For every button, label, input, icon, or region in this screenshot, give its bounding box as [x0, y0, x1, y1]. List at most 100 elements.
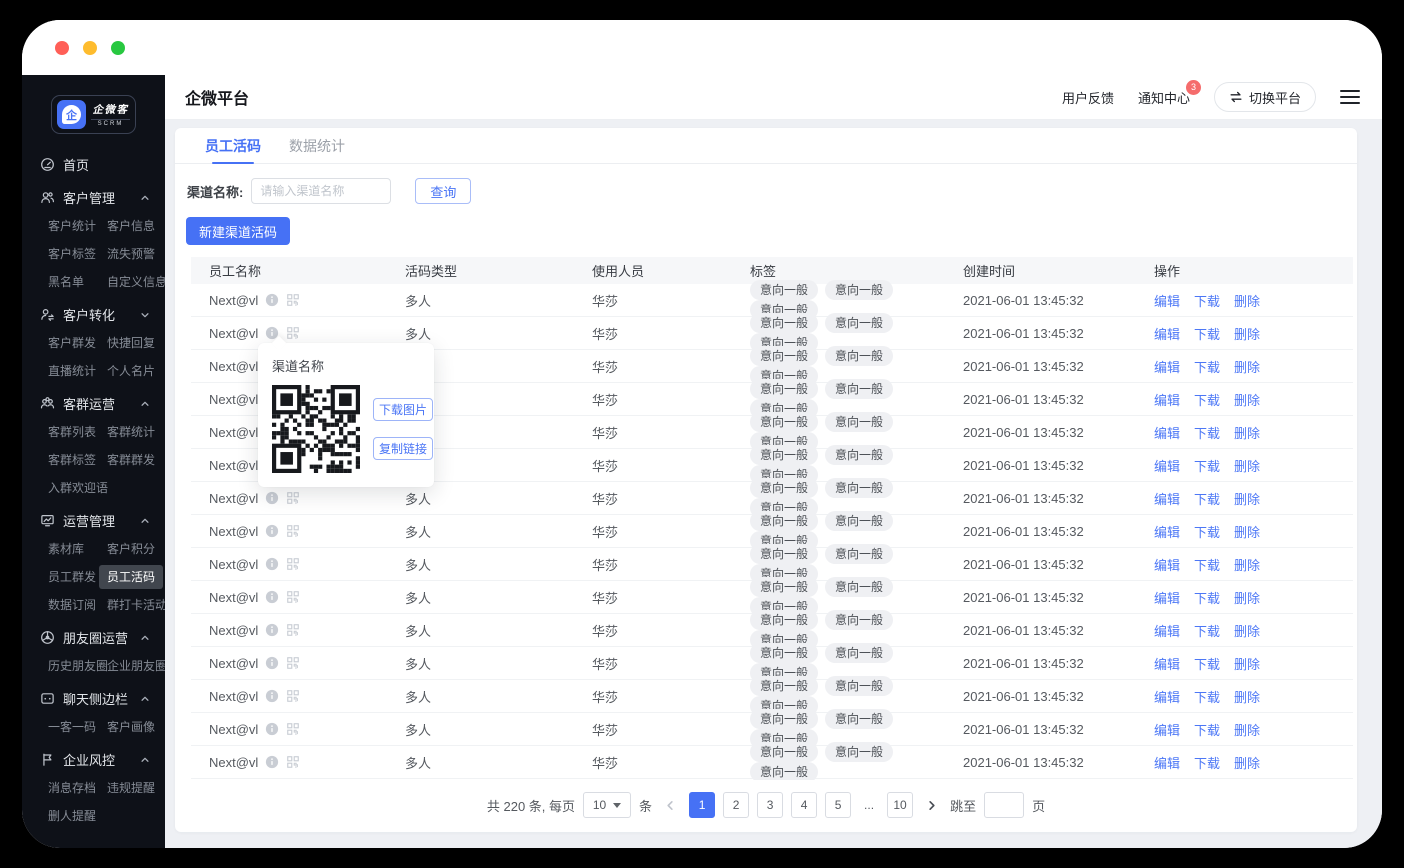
qr-code-icon[interactable]	[286, 326, 300, 340]
sidebar-item[interactable]: 数据订阅	[48, 596, 96, 614]
edit-link[interactable]: 编辑	[1154, 657, 1180, 672]
search-button[interactable]: 查询	[415, 178, 472, 204]
qr-code-icon[interactable]	[286, 557, 300, 571]
sidebar-group-4[interactable]: 运营管理	[22, 504, 165, 537]
info-icon[interactable]	[265, 722, 279, 736]
sidebar-item[interactable]: 客户统计	[48, 217, 96, 235]
delete-link[interactable]: 删除	[1234, 492, 1260, 507]
sidebar-group-1[interactable]: 客户管理	[22, 181, 165, 214]
menu-icon[interactable]	[1340, 90, 1360, 104]
download-link[interactable]: 下载	[1194, 525, 1220, 540]
delete-link[interactable]: 删除	[1234, 393, 1260, 408]
close-window-button[interactable]	[55, 40, 69, 55]
edit-link[interactable]: 编辑	[1154, 492, 1180, 507]
download-link[interactable]: 下载	[1194, 624, 1220, 639]
download-link[interactable]: 下载	[1194, 393, 1220, 408]
sidebar-item[interactable]: 违规提醒	[107, 779, 155, 797]
info-icon[interactable]	[265, 656, 279, 670]
info-icon[interactable]	[265, 524, 279, 538]
download-link[interactable]: 下载	[1194, 558, 1220, 573]
tab-inactive[interactable]: 数据统计	[289, 128, 345, 163]
edit-link[interactable]: 编辑	[1154, 624, 1180, 639]
page-button-3[interactable]: 3	[757, 792, 784, 818]
sidebar-item-active[interactable]: 员工活码	[99, 565, 164, 589]
create-channel-qr-button[interactable]: 新建渠道活码	[186, 217, 291, 245]
download-link[interactable]: 下载	[1194, 723, 1220, 738]
page-button-4[interactable]: 4	[791, 792, 818, 818]
sidebar-group-0[interactable]: 首页	[22, 148, 165, 181]
download-link[interactable]: 下载	[1194, 426, 1220, 441]
sidebar-item[interactable]: 消息存档	[48, 779, 96, 797]
next-page-button[interactable]	[921, 792, 942, 818]
sidebar-item[interactable]: 员工群发	[48, 568, 96, 586]
sidebar-item[interactable]: 直播统计	[48, 362, 96, 380]
download-link[interactable]: 下载	[1194, 657, 1220, 672]
sidebar-item[interactable]: 客户积分	[107, 540, 155, 558]
channel-name-input[interactable]	[251, 178, 392, 204]
edit-link[interactable]: 编辑	[1154, 327, 1180, 342]
delete-link[interactable]: 删除	[1234, 459, 1260, 474]
delete-link[interactable]: 删除	[1234, 426, 1260, 441]
sidebar-group-3[interactable]: 客群运营	[22, 387, 165, 420]
info-icon[interactable]	[265, 293, 279, 307]
edit-link[interactable]: 编辑	[1154, 591, 1180, 606]
sidebar-item[interactable]: 客群列表	[48, 423, 96, 441]
download-image-button[interactable]: 下载图片	[373, 398, 433, 421]
notification-center-link[interactable]: 通知中心 3	[1138, 79, 1201, 107]
edit-link[interactable]: 编辑	[1154, 756, 1180, 771]
qr-code-icon[interactable]	[286, 590, 300, 604]
delete-link[interactable]: 删除	[1234, 756, 1260, 771]
sidebar-item[interactable]: 客户群发	[48, 334, 96, 352]
edit-link[interactable]: 编辑	[1154, 294, 1180, 309]
delete-link[interactable]: 删除	[1234, 591, 1260, 606]
page-size-select[interactable]: 10	[583, 792, 632, 818]
sidebar-item[interactable]: 客户画像	[107, 718, 155, 736]
download-link[interactable]: 下载	[1194, 756, 1220, 771]
sidebar-item[interactable]: 群打卡活动	[107, 596, 165, 614]
copy-link-button[interactable]: 复制链接	[373, 437, 433, 460]
info-icon[interactable]	[265, 689, 279, 703]
info-icon[interactable]	[265, 623, 279, 637]
qr-code-icon[interactable]	[286, 293, 300, 307]
sidebar-item[interactable]: 一客一码	[48, 718, 96, 736]
delete-link[interactable]: 删除	[1234, 558, 1260, 573]
info-icon[interactable]	[265, 557, 279, 571]
delete-link[interactable]: 删除	[1234, 360, 1260, 375]
edit-link[interactable]: 编辑	[1154, 393, 1180, 408]
sidebar-item[interactable]: 历史朋友圈	[48, 657, 108, 675]
sidebar-group-2[interactable]: 客户转化	[22, 298, 165, 331]
sidebar-group-6[interactable]: 聊天侧边栏	[22, 682, 165, 715]
sidebar-item[interactable]: 客群群发	[107, 451, 155, 469]
prev-page-button[interactable]	[660, 792, 681, 818]
download-link[interactable]: 下载	[1194, 492, 1220, 507]
info-icon[interactable]	[265, 590, 279, 604]
qr-code-icon[interactable]	[286, 722, 300, 736]
sidebar-item[interactable]: 客户信息	[107, 217, 155, 235]
delete-link[interactable]: 删除	[1234, 294, 1260, 309]
qr-code-icon[interactable]	[286, 623, 300, 637]
delete-link[interactable]: 删除	[1234, 657, 1260, 672]
minimize-window-button[interactable]	[83, 40, 97, 55]
page-button-2[interactable]: 2	[723, 792, 750, 818]
switch-platform-button[interactable]: 切换平台	[1213, 82, 1316, 112]
info-icon[interactable]	[265, 755, 279, 769]
sidebar-item[interactable]: 客户标签	[48, 245, 96, 263]
delete-link[interactable]: 删除	[1234, 723, 1260, 738]
sidebar-item[interactable]: 客群标签	[48, 451, 96, 469]
sidebar-item[interactable]: 黑名单	[48, 273, 84, 291]
sidebar-item[interactable]: 快捷回复	[107, 334, 155, 352]
delete-link[interactable]: 删除	[1234, 327, 1260, 342]
download-link[interactable]: 下载	[1194, 459, 1220, 474]
jump-page-input[interactable]	[984, 792, 1025, 818]
qr-code-icon[interactable]	[286, 656, 300, 670]
sidebar-item[interactable]: 客群统计	[107, 423, 155, 441]
qr-code-icon[interactable]	[286, 689, 300, 703]
page-button-5[interactable]: 5	[825, 792, 852, 818]
info-icon[interactable]	[265, 491, 279, 505]
edit-link[interactable]: 编辑	[1154, 459, 1180, 474]
sidebar-item[interactable]: 企业朋友圈	[107, 657, 165, 675]
page-button-1[interactable]: 1	[689, 792, 716, 818]
qr-code-icon[interactable]	[286, 755, 300, 769]
sidebar-item[interactable]: 自定义信息	[107, 273, 165, 291]
qr-code-icon[interactable]	[286, 491, 300, 505]
